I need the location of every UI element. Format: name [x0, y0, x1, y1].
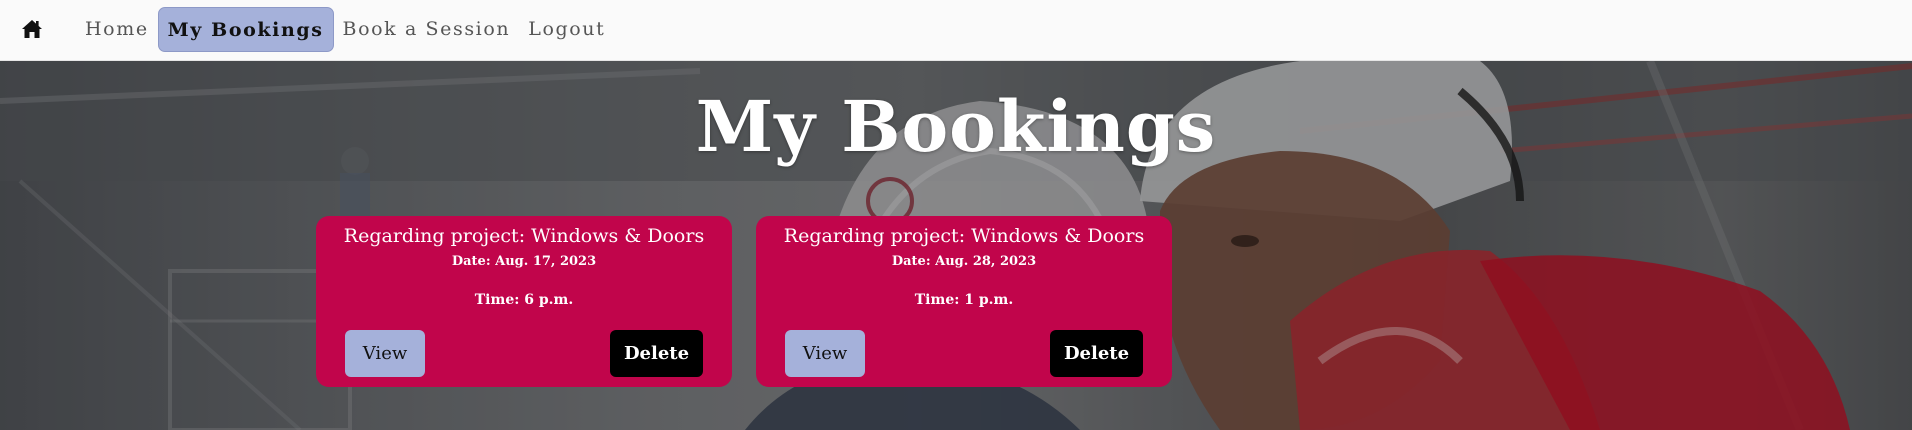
delete-button[interactable]: Delete [610, 330, 703, 377]
booking-card: Regarding project: Windows & Doors Date:… [756, 216, 1172, 387]
top-navbar: Home My Bookings Book a Session Logout [0, 0, 1912, 61]
home-icon[interactable] [20, 18, 44, 40]
view-button[interactable]: View [785, 330, 865, 377]
booking-time: Time: 1 p.m. [914, 292, 1014, 308]
nav-link-book-a-session[interactable]: Book a Session [334, 7, 520, 52]
nav-link-home[interactable]: Home [76, 7, 158, 52]
view-button[interactable]: View [345, 330, 425, 377]
nav-link-my-bookings[interactable]: My Bookings [157, 7, 334, 52]
delete-button[interactable]: Delete [1050, 330, 1143, 377]
booking-card: Regarding project: Windows & Doors Date:… [316, 216, 732, 387]
booking-title: Regarding project: Windows & Doors [343, 225, 705, 247]
nav-link-logout[interactable]: Logout [519, 7, 614, 52]
booking-date: Date: Aug. 28, 2023 [891, 254, 1037, 269]
page-title: My Bookings [695, 85, 1217, 168]
booking-title: Regarding project: Windows & Doors [783, 225, 1145, 247]
booking-time: Time: 6 p.m. [474, 292, 574, 308]
nav-links: Home My Bookings Book a Session Logout [76, 7, 614, 52]
booking-date: Date: Aug. 17, 2023 [451, 254, 597, 269]
